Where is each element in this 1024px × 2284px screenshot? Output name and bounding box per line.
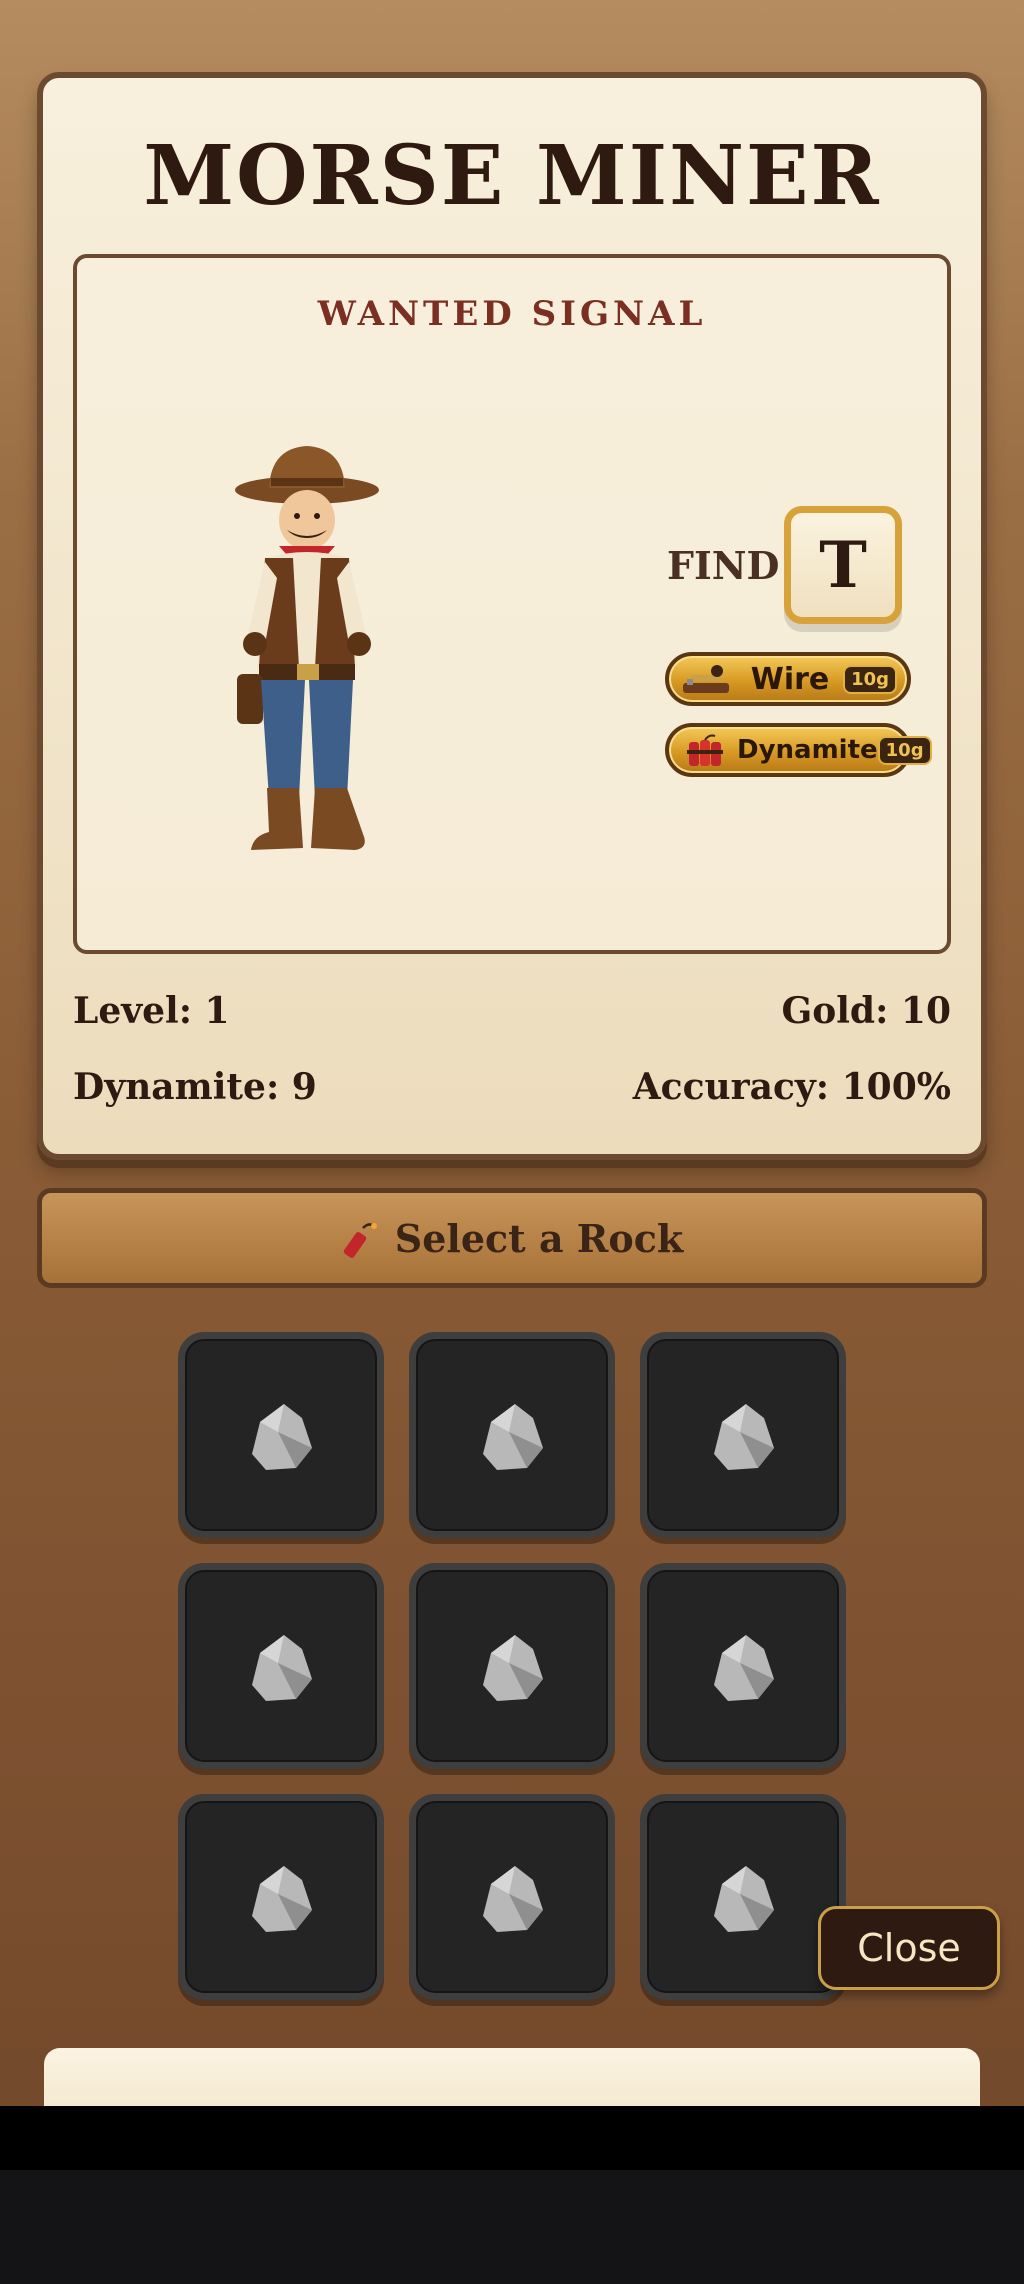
close-label: Close [857, 1926, 961, 1970]
dynamite-bundle-icon [687, 734, 723, 766]
gold-stat: Gold: 10 [781, 990, 951, 1032]
game-card: MORSE MINER WANTED SIGNAL FIND T Wire 10… [37, 72, 987, 1160]
rock-icon [714, 1866, 774, 1932]
rock-cell[interactable] [178, 1794, 384, 2000]
rock-icon [714, 1404, 774, 1470]
rock-icon [252, 1866, 312, 1932]
wire-powerup-button[interactable]: Wire 10g [665, 652, 911, 706]
rock-cell[interactable] [640, 1794, 846, 2000]
close-button[interactable]: Close [818, 1906, 1000, 1990]
wanted-heading: WANTED SIGNAL [317, 294, 707, 334]
dynamite-powerup-button[interactable]: Dynamite 10g [665, 723, 932, 777]
system-navigation-bar [0, 2170, 1024, 2284]
select-rock-bar: Select a Rock [37, 1188, 987, 1288]
rock-cell[interactable] [409, 1794, 615, 2000]
rock-cell[interactable] [178, 1563, 384, 1769]
rock-cell[interactable] [409, 1332, 615, 1538]
target-letter: T [819, 527, 867, 603]
accuracy-stat: Accuracy: 100% [632, 1066, 951, 1108]
cowboy-portrait [235, 446, 379, 850]
rock-icon [483, 1635, 543, 1701]
find-label: FIND [667, 543, 780, 588]
rock-icon [483, 1404, 543, 1470]
rock-cell[interactable] [640, 1563, 846, 1769]
black-band [0, 2106, 1024, 2170]
target-letter-box: T [784, 506, 902, 624]
dynamite-stick-icon [343, 1223, 377, 1258]
dynamite-label: Dynamite [737, 735, 878, 765]
dynamite-price: 10g [877, 735, 932, 765]
rock-cell[interactable] [640, 1332, 846, 1538]
telegraph-key-icon [683, 665, 729, 693]
rock-cell[interactable] [409, 1563, 615, 1769]
wanted-panel: WANTED SIGNAL FIND T Wire 10g Dynamite 1… [73, 254, 951, 954]
game-title: MORSE MINER [143, 128, 881, 224]
rock-icon [252, 1635, 312, 1701]
rock-icon [714, 1635, 774, 1701]
level-stat: Level: 1 [73, 990, 230, 1032]
rock-icon [252, 1404, 312, 1470]
select-rock-label: Select a Rock [394, 1215, 684, 1261]
wire-label: Wire [750, 661, 830, 697]
dynamite-stat: Dynamite: 9 [73, 1066, 317, 1108]
rock-icon [483, 1866, 543, 1932]
rock-grid [178, 1332, 846, 2002]
wire-price: 10g [843, 664, 897, 694]
rock-cell[interactable] [178, 1332, 384, 1538]
